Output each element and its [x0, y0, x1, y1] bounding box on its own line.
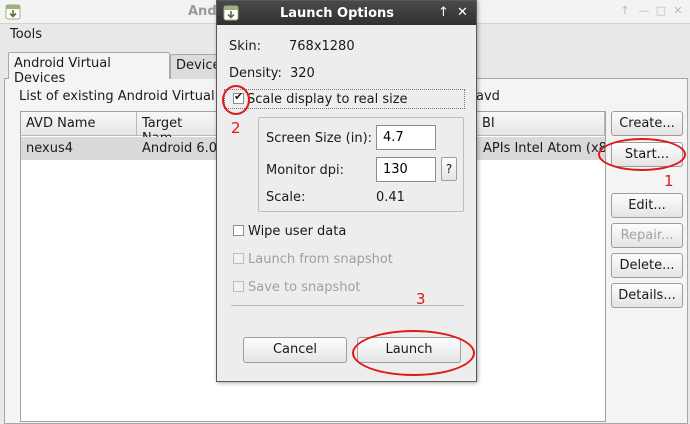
avd-list-label: List of existing Android Virtual: [19, 89, 215, 104]
density-value: 320: [290, 66, 315, 81]
tab-android-virtual-devices[interactable]: Android Virtual Devices: [8, 52, 170, 86]
monitor-dpi-input[interactable]: [376, 157, 436, 182]
tab-device-definitions[interactable]: Device: [170, 54, 220, 79]
minimize-icon[interactable]: —: [638, 5, 650, 17]
pin-icon[interactable]: ↑: [619, 5, 631, 17]
avd-list-label-tail: avd: [476, 89, 500, 104]
screen-size-label: Screen Size (in):: [266, 131, 373, 146]
dialog-separator: [231, 305, 464, 306]
column-header-abi[interactable]: BI: [477, 112, 605, 136]
close-icon[interactable]: ✕: [457, 5, 468, 21]
annotation-number-1: 1: [664, 172, 674, 190]
maximize-icon[interactable]: □: [655, 5, 667, 17]
details-button[interactable]: Details...: [611, 283, 683, 308]
column-header-avd-name[interactable]: AVD Name: [21, 112, 137, 136]
cell-target: Android 6.0: [142, 141, 218, 156]
scale-label: Scale:: [266, 190, 306, 205]
scale-value: 0.41: [376, 190, 405, 205]
launch-from-snapshot-checkbox[interactable]: [233, 253, 244, 264]
annotation-number-3: 3: [416, 290, 426, 308]
screen-size-input[interactable]: [376, 125, 436, 150]
pin-icon[interactable]: ↑: [438, 5, 449, 21]
annotation-number-2: 2: [231, 119, 241, 137]
annotation-ring-scale-checkbox: [222, 85, 250, 115]
skin-value: 768x1280: [289, 39, 355, 54]
launch-from-snapshot-label: Launch from snapshot: [248, 252, 393, 267]
annotation-ring-launch: [352, 330, 475, 376]
monitor-dpi-label: Monitor dpi:: [266, 163, 345, 178]
save-to-snapshot-label: Save to snapshot: [248, 280, 361, 295]
cell-avd-name: nexus4: [26, 141, 73, 156]
dpi-help-button[interactable]: ?: [441, 157, 457, 181]
close-icon[interactable]: ✕: [672, 5, 684, 17]
skin-label: Skin:: [229, 39, 262, 54]
save-to-snapshot-checkbox[interactable]: [233, 281, 244, 292]
density-label: Density:: [229, 66, 282, 81]
delete-button[interactable]: Delete...: [611, 253, 683, 278]
cell-abi: APIs Intel Atom (x8: [483, 141, 605, 156]
menu-tools[interactable]: Tools: [10, 27, 42, 42]
edit-button[interactable]: Edit...: [611, 193, 683, 218]
wipe-user-data-label: Wipe user data: [248, 224, 347, 239]
annotation-ring-start: [598, 138, 686, 171]
column-header-target[interactable]: Target Nam: [137, 112, 217, 146]
wipe-user-data-checkbox[interactable]: [233, 225, 244, 236]
repair-button[interactable]: Repair...: [611, 223, 683, 248]
app-icon: [223, 5, 239, 21]
create-button[interactable]: Create...: [611, 111, 683, 136]
cancel-button[interactable]: Cancel: [243, 337, 347, 363]
scale-display-label: Scale display to real size: [247, 92, 408, 107]
launch-options-dialog: Launch Options ↑ ✕ Skin: 768x1280 Densit…: [216, 0, 477, 382]
dialog-title: Launch Options: [280, 6, 395, 21]
app-icon: [5, 4, 21, 20]
